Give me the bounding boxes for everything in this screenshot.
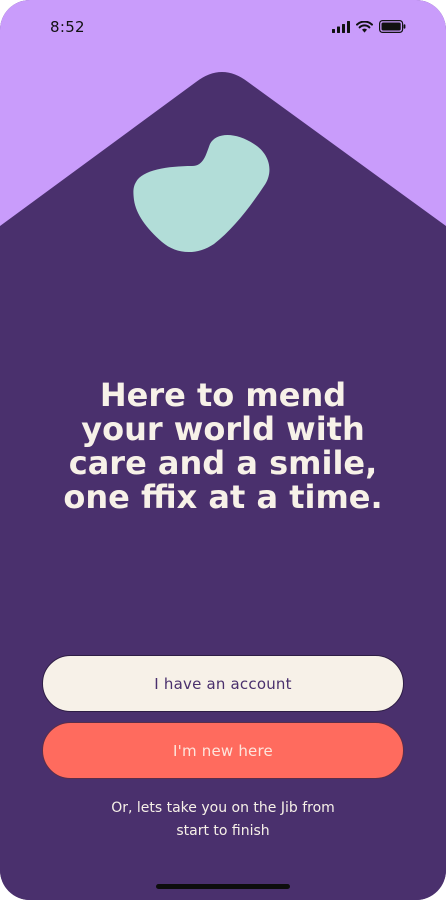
have-account-label: I have an account xyxy=(154,674,292,693)
new-user-label: I'm new here xyxy=(173,741,273,760)
tour-line: start to finish xyxy=(176,823,270,839)
have-account-button[interactable]: I have an account xyxy=(42,655,404,712)
status-icons xyxy=(332,20,406,34)
headline-line: one ffix at a time. xyxy=(63,478,383,516)
take-tour-link[interactable]: Or, lets take you on the Jib from start … xyxy=(60,797,386,843)
new-user-button[interactable]: I'm new here xyxy=(42,722,404,779)
headline-line: Here to mend xyxy=(99,376,347,414)
onboarding-screen: 8:52 Here to mend your world with care a… xyxy=(0,0,446,900)
cellular-signal-icon xyxy=(332,20,350,33)
headline-line: your world with xyxy=(81,410,365,448)
status-bar: 8:52 xyxy=(0,0,446,58)
home-indicator[interactable] xyxy=(156,884,290,889)
headline: Here to mend your world with care and a … xyxy=(40,378,406,514)
wifi-icon xyxy=(356,20,373,33)
headline-line: care and a smile, xyxy=(68,444,378,482)
tour-line: Or, lets take you on the Jib from xyxy=(111,800,335,816)
status-time: 8:52 xyxy=(50,18,85,36)
blob-logo-icon xyxy=(133,135,270,253)
battery-icon xyxy=(379,20,406,34)
